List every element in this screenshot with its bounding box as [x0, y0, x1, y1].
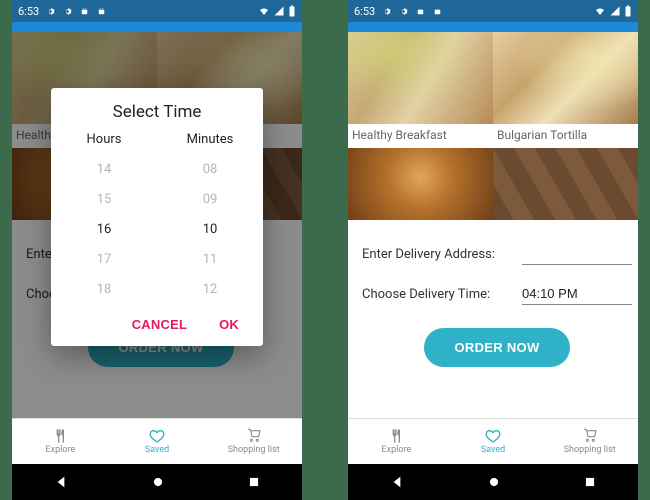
food-image[interactable] [493, 148, 638, 220]
food-row-1: Healthy Breakfast Bulgarian Tortilla [348, 32, 638, 148]
modal-overlay[interactable]: Select Time Hours 14 15 16 17 18 Minut [12, 32, 302, 418]
recents-button[interactable] [247, 475, 261, 489]
ok-button[interactable]: OK [219, 317, 239, 332]
dialog-title: Select Time [51, 102, 263, 122]
address-label: Enter Delivery Address: [362, 247, 522, 262]
tab-saved[interactable]: Saved [445, 419, 542, 464]
minutes-spinner[interactable]: 08 09 10 11 12 [157, 155, 263, 305]
cancel-button[interactable]: CANCEL [132, 317, 187, 332]
minute-option[interactable]: 09 [157, 185, 263, 215]
android-icon [415, 6, 426, 17]
signal-icon [273, 5, 285, 17]
hour-option[interactable]: 17 [51, 245, 157, 275]
android-icon [432, 6, 443, 17]
hour-option[interactable]: 14 [51, 155, 157, 185]
back-button[interactable] [389, 474, 405, 490]
food-image[interactable] [348, 148, 493, 220]
content-area: Healthy Breakfast Bulgarian Tortilla Ent… [348, 32, 638, 418]
tab-label: Saved [145, 445, 169, 455]
heart-icon [149, 428, 165, 444]
minutes-header: Minutes [157, 132, 263, 147]
android-icon [96, 6, 107, 17]
tab-explore[interactable]: Explore [348, 419, 445, 464]
order-now-button[interactable]: ORDER NOW [424, 328, 569, 367]
gear-icon [398, 6, 409, 17]
home-button[interactable] [487, 475, 501, 489]
status-clock: 6:53 [18, 5, 39, 18]
tab-shopping-list[interactable]: Shopping list [541, 419, 638, 464]
address-input[interactable] [522, 243, 632, 265]
recents-button[interactable] [583, 475, 597, 489]
utensils-icon [388, 428, 404, 444]
battery-icon [288, 5, 296, 17]
app-bar [12, 22, 302, 32]
bottom-tab-bar: Explore Saved Shopping list [348, 418, 638, 464]
minute-option[interactable]: 08 [157, 155, 263, 185]
content-area: Healthy Breakfast Bulgarian Tortilla Ent… [12, 32, 302, 418]
minute-option[interactable]: 12 [157, 275, 263, 305]
status-bar: 6:53 [348, 0, 638, 22]
food-label: Healthy Breakfast [348, 124, 493, 148]
wifi-icon [594, 5, 606, 17]
gear-icon [62, 6, 73, 17]
tab-label: Explore [381, 445, 411, 455]
hours-header: Hours [51, 132, 157, 147]
signal-icon [609, 5, 621, 17]
status-bar: 6:53 [12, 0, 302, 22]
time-label: Choose Delivery Time: [362, 287, 522, 302]
android-icon [79, 6, 90, 17]
android-nav-bar [12, 464, 302, 500]
hour-option-selected[interactable]: 16 [51, 215, 157, 245]
battery-icon [624, 5, 632, 17]
tab-label: Shopping list [564, 445, 616, 455]
heart-icon [485, 428, 501, 444]
food-row-2 [348, 148, 638, 220]
phone-left: 6:53 Healthy Breakfast Bulgarian Tortill… [12, 0, 302, 500]
food-label: Bulgarian Tortilla [493, 124, 638, 148]
phone-right: 6:53 Healthy Breakfast Bulgarian Tortill… [348, 0, 638, 500]
tab-saved[interactable]: Saved [109, 419, 206, 464]
food-image[interactable] [348, 32, 493, 124]
tab-label: Saved [481, 445, 505, 455]
back-button[interactable] [53, 474, 69, 490]
home-button[interactable] [151, 475, 165, 489]
food-image[interactable] [493, 32, 638, 124]
tab-explore[interactable]: Explore [12, 419, 109, 464]
hours-spinner[interactable]: 14 15 16 17 18 [51, 155, 157, 305]
cart-icon [582, 428, 598, 444]
time-picker-dialog: Select Time Hours 14 15 16 17 18 Minut [51, 88, 263, 346]
app-bar [348, 22, 638, 32]
wifi-icon [258, 5, 270, 17]
minute-option[interactable]: 11 [157, 245, 263, 275]
cart-icon [246, 428, 262, 444]
status-clock: 6:53 [354, 5, 375, 18]
time-input[interactable] [522, 283, 632, 305]
hour-option[interactable]: 15 [51, 185, 157, 215]
tab-shopping-list[interactable]: Shopping list [205, 419, 302, 464]
minute-option-selected[interactable]: 10 [157, 215, 263, 245]
bottom-tab-bar: Explore Saved Shopping list [12, 418, 302, 464]
gear-icon [381, 6, 392, 17]
tab-label: Explore [45, 445, 75, 455]
android-nav-bar [348, 464, 638, 500]
utensils-icon [52, 428, 68, 444]
hour-option[interactable]: 18 [51, 275, 157, 305]
tab-label: Shopping list [228, 445, 280, 455]
gear-icon [45, 6, 56, 17]
